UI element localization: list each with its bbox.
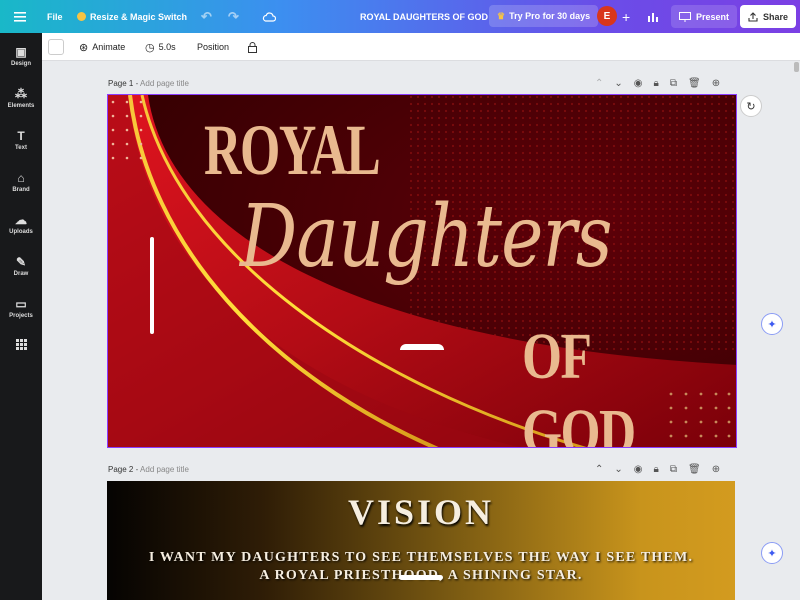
plus-icon[interactable]: + — [622, 0, 630, 33]
sidebar-item-apps[interactable] — [0, 325, 42, 363]
page-1-actions: ⌃ ⌄ ◉ 🔒︎ ⧉ 🗑︎ ⊕ — [595, 78, 720, 89]
page-2-canvas[interactable]: VISION I WANT MY DAUGHTERS TO SEE THEMSE… — [107, 481, 735, 600]
chevron-down-icon[interactable]: ⌄ — [614, 78, 622, 89]
present-label: Present — [696, 11, 730, 22]
duration-label: 5.0s — [158, 42, 176, 52]
lock-icon[interactable]: 🔒︎ — [654, 464, 659, 475]
sidebar-item-label: Projects — [9, 312, 33, 319]
crown-icon: ♛ — [497, 10, 506, 21]
refresh-icon[interactable]: ↻ — [740, 95, 762, 117]
page-2-label[interactable]: Page 2 - Add page title — [108, 465, 189, 474]
sidebar-item-design[interactable]: ▣ Design — [0, 37, 42, 75]
sidebar-item-draw[interactable]: ✎ Draw — [0, 247, 42, 285]
sidebar-item-elements[interactable]: ⁂ Elements — [0, 79, 42, 117]
apps-icon — [15, 338, 27, 350]
share-button[interactable]: Share — [740, 5, 797, 28]
animate-button[interactable]: ⊛ Animate — [79, 33, 125, 61]
duration-button[interactable]: ◷ 5.0s — [145, 33, 176, 61]
page-resize-handle[interactable] — [400, 344, 444, 350]
chart-icon[interactable] — [647, 0, 660, 33]
resize-handle-left[interactable] — [150, 237, 154, 334]
animate-icon: ⊛ — [79, 41, 89, 54]
magic-sparkle-icon[interactable]: ✦ — [761, 313, 783, 335]
brand-icon: ⌂ — [17, 170, 25, 185]
resize-button[interactable]: Resize & Magic Switch — [77, 0, 187, 33]
chevron-up-icon[interactable]: ⌃ — [595, 464, 603, 475]
resize-label: Resize & Magic Switch — [90, 11, 188, 22]
try-pro-label: Try Pro for 30 days — [509, 11, 591, 21]
file-menu[interactable]: File — [47, 0, 63, 33]
vision-heading[interactable]: VISION — [107, 491, 735, 533]
elements-icon: ⁂ — [15, 86, 27, 101]
trash-icon[interactable]: 🗑︎ — [688, 78, 701, 89]
page-number: Page 1 — [108, 79, 134, 88]
title-daughters[interactable]: Daughters — [240, 187, 612, 287]
crown-icon — [77, 12, 86, 21]
undo-icon[interactable]: ↶ — [201, 0, 212, 33]
duplicate-icon[interactable]: ⧉ — [670, 78, 677, 89]
add-page-icon[interactable]: ⊕ — [712, 464, 720, 475]
color-swatch[interactable] — [48, 33, 64, 61]
document-title[interactable]: ROYAL DAUGHTERS OF GOD — [360, 0, 488, 33]
top-bar: File Resize & Magic Switch ↶ ↷ ROYAL DAU… — [0, 0, 800, 33]
sidebar-item-label: Elements — [7, 102, 35, 109]
scrollbar[interactable] — [794, 62, 799, 72]
sidebar-item-projects[interactable]: ▭ Projects — [0, 289, 42, 327]
title-of-god[interactable]: OF GOD — [522, 319, 689, 447]
sidebar-item-label: Brand — [12, 186, 30, 193]
lock-icon[interactable] — [248, 33, 257, 61]
text-icon: T — [17, 128, 25, 143]
sidebar-item-label: Uploads — [9, 228, 33, 235]
present-icon — [679, 11, 691, 22]
page-2-actions: ⌃ ⌄ ◉ 🔒︎ ⧉ 🗑︎ ⊕ — [595, 464, 720, 475]
share-label: Share — [763, 11, 789, 22]
title-royal[interactable]: ROYAL — [204, 109, 381, 192]
animate-label: Animate — [92, 42, 126, 52]
add-page-icon[interactable]: ⊕ — [712, 78, 720, 89]
redo-icon[interactable]: ↷ — [228, 0, 239, 33]
folder-icon: ▭ — [15, 296, 27, 311]
sidebar-item-brand[interactable]: ⌂ Brand — [0, 163, 42, 201]
sidebar-item-label: Draw — [13, 270, 29, 277]
position-button[interactable]: Position — [197, 33, 229, 61]
avatar[interactable]: E — [597, 6, 617, 26]
editor-toolbar: ⊛ Animate ◷ 5.0s Position — [42, 33, 800, 61]
eye-icon[interactable]: ◉ — [634, 464, 643, 475]
upload-icon: ☁ — [15, 212, 27, 227]
lock-icon[interactable]: 🔒︎ — [654, 78, 659, 89]
magic-sparkle-icon[interactable]: ✦ — [761, 542, 783, 564]
page-resize-handle[interactable] — [399, 575, 443, 580]
sidebar-item-label: Text — [15, 144, 27, 151]
share-icon — [748, 11, 758, 22]
duplicate-icon[interactable]: ⧉ — [670, 464, 677, 475]
try-pro-button[interactable]: ♛ Try Pro for 30 days — [489, 5, 599, 27]
page-title-hint[interactable]: Add page title — [140, 79, 189, 88]
chevron-up-icon[interactable]: ⌃ — [595, 78, 603, 89]
eye-icon[interactable]: ◉ — [634, 78, 643, 89]
draw-icon: ✎ — [15, 254, 27, 269]
cloud-icon[interactable] — [262, 0, 276, 33]
clock-icon: ◷ — [145, 41, 155, 54]
sidebar-item-uploads[interactable]: ☁ Uploads — [0, 205, 42, 243]
chevron-down-icon[interactable]: ⌄ — [614, 464, 622, 475]
sidebar: ▣ Design ⁂ Elements T Text ⌂ Brand ☁ Upl… — [0, 33, 42, 600]
design-icon: ▣ — [15, 44, 27, 59]
page-1-label[interactable]: Page 1 - Add page title — [108, 79, 189, 88]
sidebar-item-text[interactable]: T Text — [0, 121, 42, 159]
sidebar-item-label: Design — [10, 60, 31, 67]
trash-icon[interactable]: 🗑︎ — [688, 464, 701, 475]
page-1-canvas[interactable]: ROYAL Daughters OF GOD — [107, 94, 737, 448]
present-button[interactable]: Present — [671, 5, 738, 28]
menu-icon[interactable] — [14, 0, 26, 33]
page-number: Page 2 — [108, 465, 134, 474]
page-title-hint[interactable]: Add page title — [140, 465, 189, 474]
